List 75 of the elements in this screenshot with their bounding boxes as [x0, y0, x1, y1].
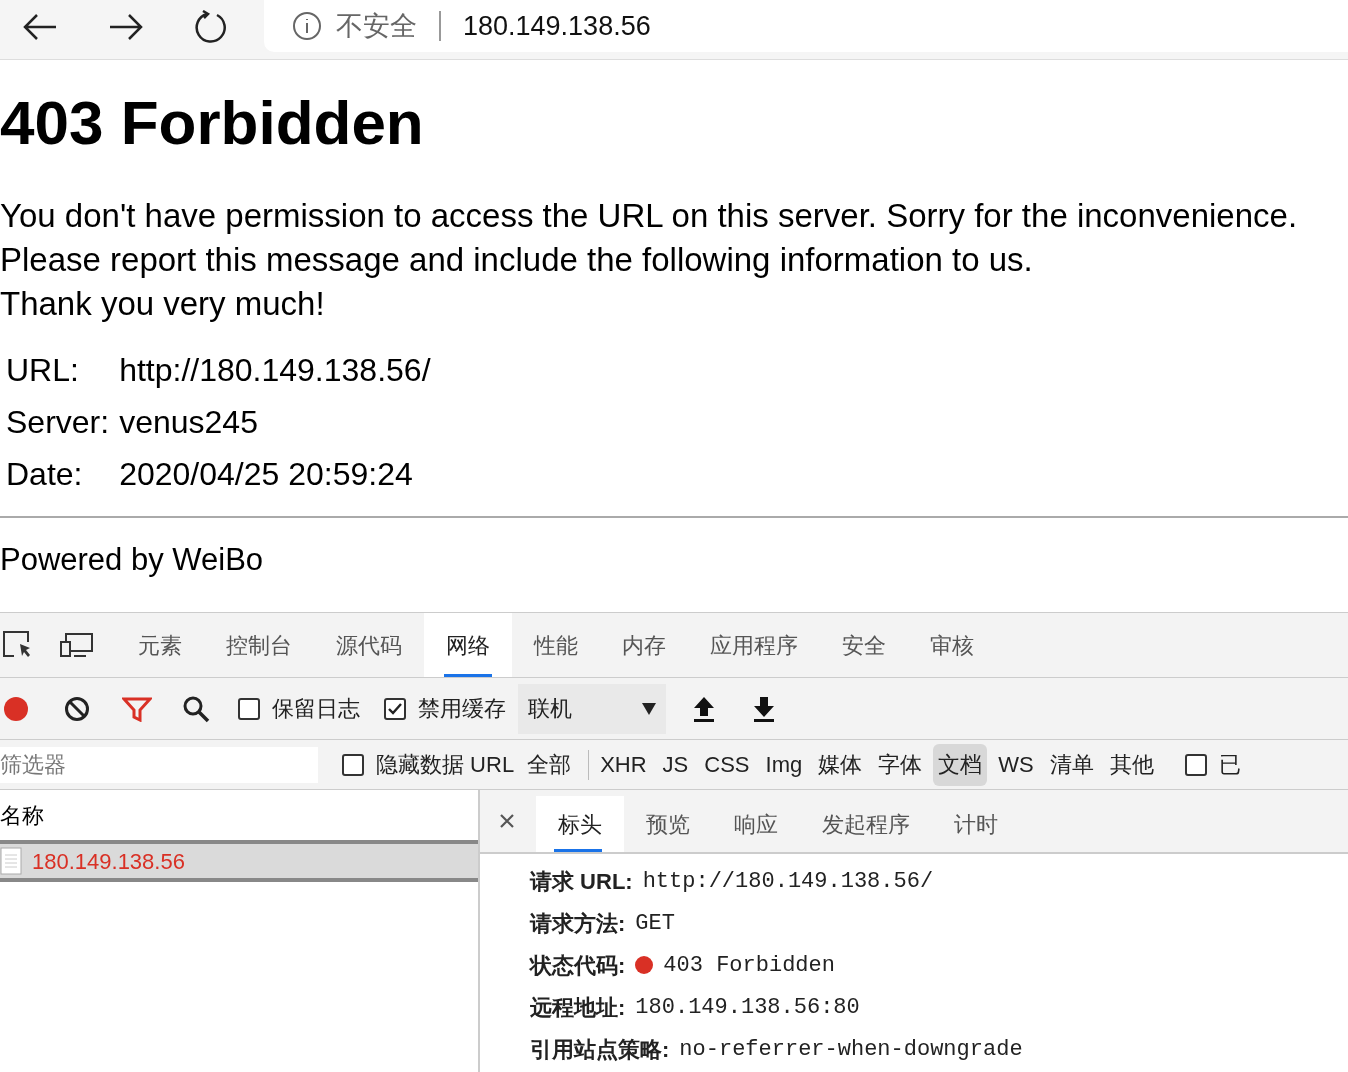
address-bar[interactable]: 不安全 180.149.138.56 [264, 0, 1348, 52]
devtools-tab[interactable]: 控制台 [204, 613, 314, 677]
info-value: 2020/04/25 20:59:24 [119, 455, 414, 494]
request-name: 180.149.138.56 [32, 847, 185, 876]
checkbox[interactable] [342, 753, 364, 776]
header-value: http://180.149.138.56/ [642, 867, 934, 896]
checkbox[interactable] [1184, 753, 1207, 776]
preserve-log-label[interactable]: 保留日志 [272, 692, 360, 725]
hide-data-urls-label[interactable]: 隐藏数据 URL [376, 748, 515, 781]
disable-cache-label[interactable]: 禁用缓存 [418, 692, 506, 725]
url-text: 180.149.138.56 [463, 9, 651, 43]
message-text: Please report this message and include the following information to us. [0, 240, 1033, 280]
devtools-tab[interactable]: 元素 [116, 613, 204, 677]
devtools-tab[interactable]: 安全 [820, 613, 908, 677]
device-toolbar-icon[interactable] [60, 632, 94, 658]
type-filter[interactable]: 媒体 [813, 743, 868, 786]
devtools-tab[interactable]: 审核 [908, 613, 996, 677]
header-name: 请求方法: [530, 909, 626, 938]
header-value: no-referrer-when-downgrade [679, 1035, 1023, 1064]
reload-icon[interactable] [194, 10, 228, 44]
type-filter[interactable]: JS [657, 743, 694, 786]
caret-icon [642, 702, 656, 715]
message-text: Thank you very much! [0, 284, 325, 324]
column-header[interactable]: 名称 [0, 798, 44, 832]
search-icon[interactable] [182, 694, 210, 723]
devtools-tab[interactable]: 源代码 [314, 613, 424, 677]
devtools-tab[interactable]: 性能 [512, 613, 600, 677]
detail-tab[interactable]: 预览 [624, 796, 712, 852]
security-label: 不安全 [336, 9, 417, 43]
type-filter[interactable]: WS [993, 743, 1039, 786]
info-icon [292, 11, 322, 41]
header-name: 引用站点策略: [530, 1035, 670, 1064]
devtools-tab[interactable]: 网络 [424, 613, 512, 677]
type-filter[interactable]: 清单 [1044, 743, 1099, 786]
header-value: GET [635, 909, 675, 938]
download-icon[interactable] [752, 695, 776, 722]
forward-arrow-icon[interactable] [108, 12, 144, 42]
header-value: 403 Forbidden [663, 951, 835, 980]
back-arrow-icon[interactable] [22, 12, 58, 42]
type-filter[interactable]: 全部 [522, 743, 577, 786]
detail-tab[interactable]: 计时 [932, 796, 1020, 852]
document-icon [0, 847, 22, 875]
filter-field[interactable]: 筛选器 [0, 746, 318, 783]
filter-icon[interactable] [122, 695, 152, 722]
info-label: Date: [6, 455, 84, 494]
checkbox[interactable] [238, 697, 260, 720]
checkbox[interactable] [384, 697, 406, 720]
close-icon[interactable] [500, 814, 514, 828]
footer-text: Powered by WeiBo [0, 541, 264, 579]
type-filter[interactable]: CSS [699, 743, 755, 786]
type-filter[interactable]: XHR [595, 743, 652, 786]
header-value: 180.149.138.56:80 [635, 993, 860, 1022]
type-filter[interactable]: 其他 [1104, 743, 1159, 786]
clear-icon[interactable] [64, 695, 90, 722]
record-button[interactable] [4, 696, 28, 721]
type-filter[interactable]: 字体 [873, 743, 928, 786]
detail-tab[interactable]: 响应 [712, 796, 800, 852]
blocked-label[interactable]: 已 [1218, 748, 1241, 781]
header-name: 请求 URL: [530, 867, 633, 896]
info-label: URL: [6, 351, 80, 390]
info-label: Server: [6, 403, 111, 442]
header-name: 状态代码: [530, 951, 626, 980]
detail-tab[interactable]: 发起程序 [800, 796, 932, 852]
type-filter[interactable]: 文档 [933, 743, 988, 786]
type-filter[interactable]: Img [760, 743, 808, 786]
upload-icon[interactable] [692, 695, 716, 722]
throttle-dropdown[interactable]: 联机 [518, 683, 666, 734]
message-text: You don't have permission to access the URL on this server. Sorry for the inconvenience. [0, 196, 1298, 236]
detail-tab[interactable]: 标头 [536, 796, 624, 852]
devtools-tab[interactable]: 内存 [600, 613, 688, 677]
devtools-tab[interactable]: 应用程序 [688, 613, 820, 677]
info-value: venus245 [119, 403, 259, 442]
page-heading: 403 Forbidden [0, 92, 424, 154]
header-name: 远程地址: [530, 993, 626, 1022]
info-value: http://180.149.138.56/ [119, 351, 432, 390]
